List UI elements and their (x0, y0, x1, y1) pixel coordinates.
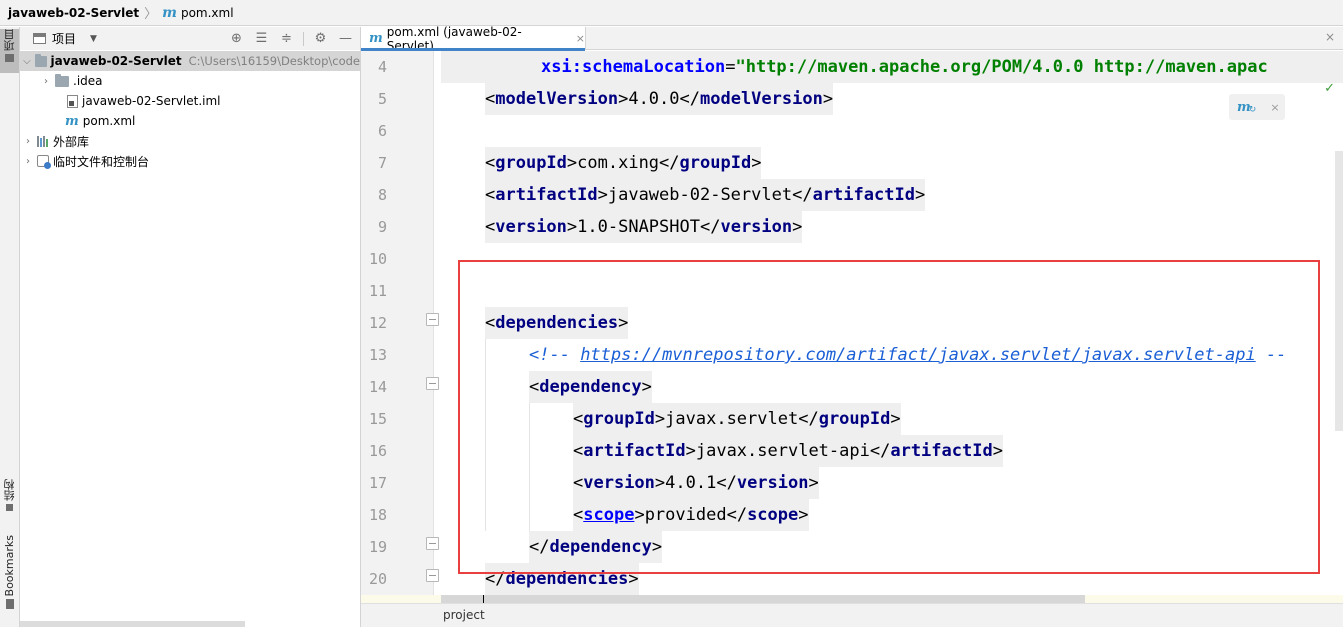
horizontal-scrollbar[interactable] (20, 621, 245, 627)
editor-area: m pom.xml (javaweb-02-Servlet) × × 4 5 6… (361, 24, 1343, 627)
vertical-scrollbar[interactable] (1335, 151, 1343, 431)
library-icon (37, 135, 49, 147)
chevron-down-icon[interactable]: ⌵ (22, 56, 32, 67)
code-line-8: <artifactId>javaweb-02-Servlet</artifact… (485, 179, 926, 211)
line-number: 15 (368, 410, 387, 428)
highlight-box (458, 260, 1320, 574)
status-breadcrumb-text[interactable]: project (443, 608, 485, 622)
chevron-right-icon: 〉 (144, 7, 158, 22)
structure-tool-icon (6, 504, 13, 511)
line-number: 20 (368, 570, 387, 588)
tab-pom-xml[interactable]: m pom.xml (javaweb-02-Servlet) × (361, 24, 586, 53)
gear-icon[interactable]: ⚙ (312, 30, 329, 47)
xml-attribute-value: "http://maven.apache.org/POM/4.0.0 http:… (735, 57, 1268, 77)
tree-item-label: javaweb-02-Servlet (50, 54, 182, 68)
project-view-icon (33, 33, 46, 44)
line-number: 5 (377, 90, 387, 108)
expand-all-icon[interactable]: ☰ (253, 30, 270, 47)
line-number: 6 (377, 122, 387, 140)
iml-file-icon (67, 94, 78, 108)
maven-file-icon: m (162, 4, 177, 21)
project-tool-window: 项目 ▼ ⊕ ☰ ≑ ⚙ — ⌵ javaweb-02-Servlet C:\U… (20, 27, 361, 627)
chevron-down-icon[interactable]: ▼ (90, 34, 97, 44)
line-number: 17 (368, 474, 387, 492)
line-number: 9 (377, 218, 387, 236)
tree-item-iml[interactable]: javaweb-02-Servlet.iml (20, 91, 360, 111)
navigation-bar: javaweb-02-Servlet 〉 m pom.xml (0, 0, 1343, 26)
editor-breadcrumb-bar: project (361, 603, 1343, 627)
breadcrumb-file[interactable]: pom.xml (181, 6, 234, 20)
tree-item-external-libraries[interactable]: › 外部库 (20, 131, 360, 151)
tree-item-label: .idea (73, 74, 103, 88)
line-number: 11 (368, 282, 387, 300)
tree-item-label: pom.xml (82, 114, 136, 128)
line-number: 16 (368, 442, 387, 460)
maven-reload-popup[interactable]: m ↻ × (1229, 94, 1285, 120)
line-number: 18 (368, 506, 387, 524)
tree-item-label: 外部库 (53, 134, 90, 149)
refresh-icon: ↻ (1248, 105, 1257, 115)
tree-item-label: 临时文件和控制台 (53, 154, 150, 169)
tool-tab-bookmarks-label: Bookmarks (3, 535, 16, 597)
close-icon[interactable]: × (576, 32, 585, 45)
project-panel-title[interactable]: 项目 (52, 30, 76, 47)
line-number: 4 (377, 58, 387, 76)
tab-label: pom.xml (javaweb-02-Servlet) (386, 24, 522, 53)
tool-tab-structure[interactable]: 结构 (0, 479, 19, 523)
tool-tab-bookmarks[interactable]: Bookmarks (0, 535, 19, 623)
tree-item-pom[interactable]: m pom.xml (20, 111, 360, 131)
line-number: 13 (368, 346, 387, 364)
caret-row (441, 595, 1085, 603)
xml-attribute: xsi:schemaLocation (541, 57, 726, 77)
chevron-right-icon[interactable]: › (40, 76, 52, 87)
project-panel-toolbar: ⊕ ☰ ≑ ⚙ — (220, 30, 354, 47)
code-line-7: <groupId>com.xing</groupId> (485, 147, 762, 179)
folder-icon (55, 73, 69, 87)
line-number: 10 (368, 250, 387, 268)
module-folder-icon (34, 53, 47, 67)
line-number: 12 (368, 314, 387, 332)
editor-gutter: 4 5 6 7 8 9 10 11 12 13 14 15 16 17 18 1… (361, 51, 439, 595)
locate-file-icon[interactable]: ⊕ (228, 30, 245, 47)
code-line-9: <version>1.0-SNAPSHOT</version> (485, 211, 803, 243)
line-number: 19 (368, 538, 387, 556)
editor-tab-bar: m pom.xml (javaweb-02-Servlet) × × (361, 24, 1343, 53)
maven-file-icon: m (369, 31, 383, 46)
tool-tab-project[interactable]: 项目 (0, 29, 19, 73)
minimize-icon[interactable]: — (337, 30, 354, 47)
chevron-right-icon[interactable]: › (22, 156, 34, 167)
tree-item-idea[interactable]: › .idea (20, 71, 360, 91)
bookmark-icon (5, 599, 14, 610)
tree-item-label: javaweb-02-Servlet.iml (82, 94, 221, 108)
code-line-4: xsi:schemaLocation="http://maven.apache.… (441, 51, 1343, 83)
project-panel-header: 项目 ▼ ⊕ ☰ ≑ ⚙ — (20, 27, 360, 50)
breadcrumb-project[interactable]: javaweb-02-Servlet (8, 6, 139, 20)
maven-file-icon: m (65, 113, 79, 129)
line-number: 14 (368, 378, 387, 396)
project-tool-icon (5, 54, 14, 62)
tool-tab-structure-label: 结构 (2, 479, 16, 501)
left-tool-stripe: 项目 结构 Bookmarks (0, 27, 20, 627)
line-number: 7 (377, 154, 387, 172)
tool-tab-project-label: 项目 (2, 29, 16, 51)
collapse-all-icon[interactable]: ≑ (278, 30, 295, 47)
tree-item-scratches[interactable]: › 临时文件和控制台 (20, 151, 360, 171)
tree-item-project-root[interactable]: ⌵ javaweb-02-Servlet C:\Users\16159\Desk… (20, 51, 360, 71)
line-number: 8 (377, 186, 387, 204)
tree-item-path: C:\Users\16159\Desktop\code (188, 54, 360, 68)
inspection-ok-icon[interactable]: ✓ (1324, 81, 1335, 96)
toolbar-separator (303, 31, 304, 46)
close-icon[interactable]: × (1325, 30, 1335, 44)
close-icon[interactable]: × (1270, 101, 1279, 114)
chevron-right-icon[interactable]: › (22, 136, 34, 147)
scratches-icon (37, 155, 51, 169)
code-line-5: <modelVersion>4.0.0</modelVersion> (485, 83, 834, 115)
